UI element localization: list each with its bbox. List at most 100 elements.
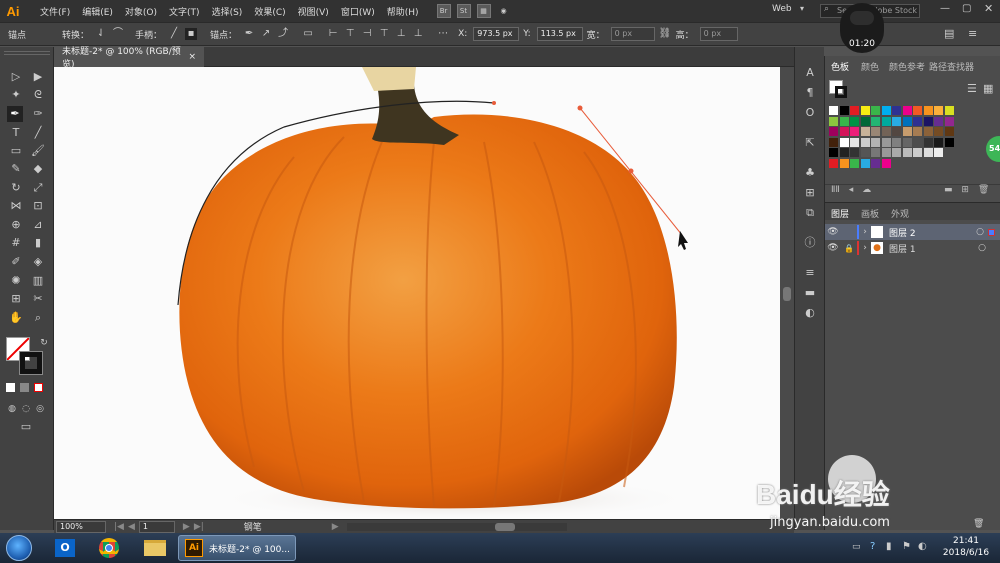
- cloud-icon[interactable]: ☁: [862, 185, 871, 195]
- hand-tool-icon[interactable]: ✋: [8, 310, 24, 326]
- direct-selection-tool-icon[interactable]: ▶: [30, 69, 46, 85]
- color-swatch[interactable]: [923, 127, 933, 136]
- color-swatch[interactable]: [913, 137, 922, 147]
- color-swatch[interactable]: [902, 116, 912, 126]
- eyedropper-icon[interactable]: ✐: [8, 254, 24, 270]
- network-icon[interactable]: ▮: [886, 541, 892, 552]
- workspace-switcher[interactable]: Web: [772, 4, 792, 14]
- color-swatch[interactable]: [892, 127, 901, 136]
- character-panel-icon[interactable]: A: [802, 65, 818, 81]
- width-field[interactable]: 0 px: [610, 27, 655, 41]
- horizontal-scrollbar[interactable]: [346, 522, 567, 531]
- gradient-mode-icon[interactable]: [20, 383, 29, 392]
- color-swatch[interactable]: [829, 106, 838, 115]
- color-swatch[interactable]: [860, 137, 870, 147]
- distribute-icon[interactable]: ⋯: [437, 28, 449, 40]
- target-circle-icon[interactable]: ○: [978, 243, 986, 253]
- vertical-scrollbar[interactable]: [780, 67, 794, 519]
- color-swatch[interactable]: [829, 127, 838, 136]
- artboard-field[interactable]: 1: [138, 520, 175, 533]
- handle-point[interactable]: [577, 105, 583, 111]
- color-swatch[interactable]: [839, 137, 849, 147]
- artboard-canvas[interactable]: [54, 67, 780, 519]
- close-icon[interactable]: ✕: [984, 2, 993, 15]
- menu-edit[interactable]: 编辑(E): [76, 5, 119, 18]
- color-swatch[interactable]: [913, 148, 922, 157]
- convert-to-corner-icon[interactable]: ⇃: [95, 28, 107, 40]
- convert-to-smooth-icon[interactable]: ⌒: [112, 28, 124, 40]
- color-swatch[interactable]: [881, 116, 891, 126]
- start-button[interactable]: [6, 535, 32, 561]
- x-field[interactable]: 973.5 px: [473, 27, 520, 41]
- color-swatch[interactable]: [934, 127, 943, 136]
- color-swatch[interactable]: [944, 106, 954, 115]
- color-swatch[interactable]: [881, 127, 891, 136]
- paragraph-panel-icon[interactable]: ¶: [802, 85, 818, 101]
- color-swatch[interactable]: [850, 158, 859, 168]
- color-swatch[interactable]: [934, 137, 943, 147]
- next-artboard-icon[interactable]: ▶: [183, 522, 190, 532]
- illustrator-task-button[interactable]: Ai 未标题-2* @ 100...: [178, 535, 296, 561]
- cut-path-icon[interactable]: ⤴: [277, 28, 289, 40]
- color-swatch[interactable]: [902, 106, 912, 115]
- swatch-stroke-preview[interactable]: [835, 86, 847, 98]
- color-swatch[interactable]: [871, 116, 880, 126]
- align-middle-icon[interactable]: ⊥: [395, 28, 407, 40]
- color-swatch[interactable]: [850, 116, 859, 126]
- connect-endpoints-icon[interactable]: ↗: [260, 28, 272, 40]
- color-swatch[interactable]: [881, 148, 891, 157]
- color-swatch[interactable]: [850, 148, 859, 157]
- toolbar-grip[interactable]: [4, 51, 50, 55]
- free-transform-icon[interactable]: ⊡: [30, 198, 46, 214]
- tab-layers[interactable]: 图层: [831, 207, 849, 220]
- libraries-panel-icon[interactable]: ⧉: [802, 205, 818, 221]
- swatch-grid[interactable]: [829, 106, 989, 170]
- last-artboard-icon[interactable]: ▶|: [194, 522, 204, 532]
- gradient-tool-icon[interactable]: ▮: [30, 235, 46, 251]
- stock-button[interactable]: St: [456, 4, 471, 18]
- scroll-thumb[interactable]: [783, 287, 791, 301]
- paintbrush-tool-icon[interactable]: 🖌: [30, 143, 46, 159]
- color-swatch[interactable]: [902, 137, 912, 147]
- draw-inside-icon[interactable]: ◎: [32, 401, 48, 417]
- width-tool-icon[interactable]: ⋈: [8, 198, 24, 214]
- color-swatch[interactable]: [892, 106, 901, 115]
- target-circle-icon[interactable]: ○: [976, 227, 984, 237]
- outlook-icon[interactable]: O: [48, 536, 82, 560]
- new-swatch-icon[interactable]: ⊞: [961, 185, 969, 195]
- keyboard-icon[interactable]: ▭: [852, 542, 861, 552]
- tab-color-guide[interactable]: 颜色参考: [889, 60, 925, 73]
- delete-swatch-icon[interactable]: 🗑: [978, 185, 989, 195]
- zoom-field[interactable]: 100%: [56, 520, 106, 533]
- color-swatch[interactable]: [944, 116, 954, 126]
- anchor-point[interactable]: [628, 168, 634, 174]
- color-swatch[interactable]: [829, 137, 838, 147]
- menu-view[interactable]: 视图(V): [292, 5, 335, 18]
- scale-tool-icon[interactable]: ⤢: [30, 180, 46, 196]
- color-swatch[interactable]: [913, 106, 922, 115]
- align-center-icon[interactable]: ⊤: [344, 28, 356, 40]
- rotate-tool-icon[interactable]: ↻: [8, 180, 24, 196]
- color-swatch[interactable]: [923, 148, 933, 157]
- y-field[interactable]: 113.5 px: [536, 27, 583, 41]
- type-tool-icon[interactable]: T: [8, 125, 24, 141]
- blend-tool-icon[interactable]: ◈: [30, 254, 46, 270]
- layer-row-2[interactable]: 👁 › 图层 2 ○: [825, 224, 1000, 240]
- info-panel-icon[interactable]: ⓘ: [802, 235, 818, 251]
- tab-artboards[interactable]: 画板: [861, 207, 879, 220]
- color-swatch[interactable]: [860, 148, 870, 157]
- menu-file[interactable]: 文件(F): [34, 5, 76, 18]
- remove-anchor-icon[interactable]: ✒: [243, 28, 255, 40]
- color-swatch[interactable]: [934, 148, 943, 157]
- prev-artboard-icon[interactable]: ◀: [128, 522, 135, 532]
- layer-name[interactable]: 图层 2: [889, 226, 916, 239]
- workspace-dropdown-icon[interactable]: ▾: [800, 4, 804, 13]
- thumbnail-view-icon[interactable]: ▦: [983, 82, 993, 95]
- new-group-icon[interactable]: ▬: [944, 185, 953, 195]
- magic-wand-icon[interactable]: ✦: [8, 87, 24, 103]
- color-swatch[interactable]: [871, 127, 880, 136]
- align-top-icon[interactable]: ⊤: [378, 28, 390, 40]
- menu-object[interactable]: 对象(O): [119, 5, 163, 18]
- tab-color[interactable]: 颜色: [861, 60, 879, 73]
- color-swatch[interactable]: [934, 106, 943, 115]
